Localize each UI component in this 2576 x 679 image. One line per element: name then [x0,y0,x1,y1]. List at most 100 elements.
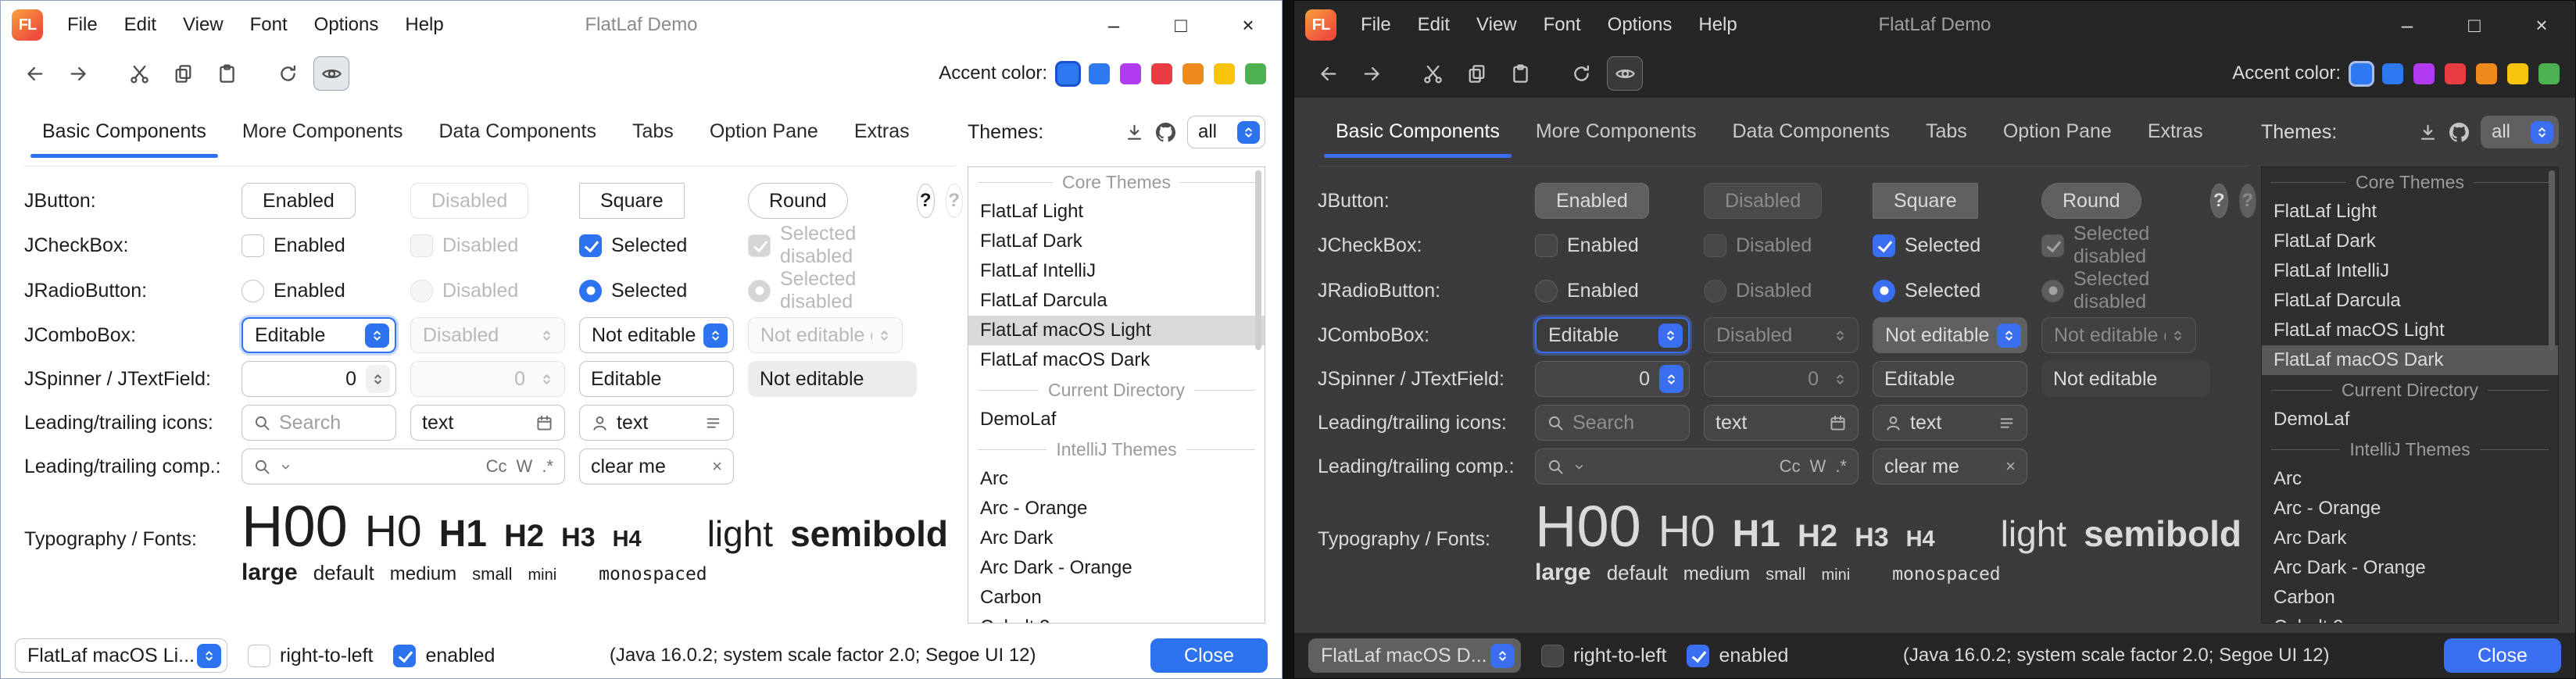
show-toolbar-eye-icon[interactable] [313,56,349,91]
theme-list-item[interactable]: FlatLaf IntelliJ [968,256,1265,286]
theme-list-item[interactable]: Arc [2262,464,2558,494]
combobox-chevron-up-down-icon[interactable] [1658,323,1683,348]
spinner[interactable]: 0 [1535,361,1690,397]
textfield-editable[interactable]: Editable [579,361,734,397]
enabled-checkbox[interactable]: enabled [1687,645,1788,667]
spinner-chevron-up-down-icon[interactable] [1659,365,1683,393]
lookandfeel-combobox[interactable]: FlatLaf macOS D... [1308,638,1521,673]
theme-list-item[interactable]: FlatLaf Light [968,197,1265,227]
list-icon[interactable] [1998,414,2016,432]
checkbox-selected[interactable]: Selected [1873,234,1980,257]
theme-list-item[interactable]: FlatLaf Darcula [2262,286,2558,316]
user-field[interactable]: text [1873,405,2027,441]
menu-font[interactable]: Font [1530,1,1594,49]
jbutton-round[interactable]: Round [2041,183,2141,219]
download-icon[interactable] [1125,123,1144,142]
radio-selected[interactable]: Selected [1873,280,1980,302]
accent-swatch-blue[interactable] [1089,63,1110,84]
jbutton-square[interactable]: Square [1873,183,1978,219]
tab-tabs[interactable]: Tabs [614,98,692,166]
refresh-icon[interactable] [1563,56,1599,91]
accent-swatch-purple[interactable] [1120,63,1141,84]
user-field[interactable]: text [579,405,734,441]
theme-list-item[interactable]: FlatLaf Light [2262,197,2558,227]
accent-swatch-blue[interactable] [2382,63,2403,84]
tab-tabs[interactable]: Tabs [1908,98,1985,166]
menu-options[interactable]: Options [1594,1,1686,49]
radio-selected[interactable]: Selected [579,280,687,302]
tab-data-components[interactable]: Data Components [420,98,614,166]
forward-icon[interactable] [1354,56,1390,91]
spinner-chevron-up-down-icon[interactable] [366,365,390,393]
combobox-not-editable[interactable]: Not editable [1873,317,2027,353]
close-window-icon[interactable]: × [1215,1,1282,49]
clear-me-field[interactable]: clear me× [579,448,734,484]
chevron-down-icon[interactable] [279,460,292,474]
menu-edit[interactable]: Edit [111,1,170,49]
paste-icon[interactable] [209,56,245,91]
show-toolbar-eye-icon[interactable] [1607,56,1643,91]
combobox-chevron-up-down-icon[interactable] [1490,644,1515,668]
themes-filter-combobox[interactable]: all [2481,116,2559,148]
jbutton-square[interactable]: Square [579,183,685,219]
accent-swatch-green[interactable] [1245,63,1266,84]
themes-list[interactable]: Core Themes FlatLaf Light FlatLaf Dark F… [968,166,1265,624]
accent-swatch-purple[interactable] [2413,63,2435,84]
date-field[interactable]: text [410,405,565,441]
copy-icon[interactable] [1458,56,1494,91]
combobox-chevron-up-down-icon[interactable] [1237,121,1260,144]
theme-list-item[interactable]: FlatLaf macOS Light [968,316,1265,345]
tab-basic-components[interactable]: Basic Components [1318,98,1518,166]
search-field[interactable]: Search [1535,405,1690,441]
tab-data-components[interactable]: Data Components [1714,98,1908,166]
combobox-chevron-up-down-icon[interactable] [365,323,389,348]
right-to-left-checkbox[interactable]: right-to-left [1541,645,1666,667]
jbutton-enabled[interactable]: Enabled [242,183,356,219]
theme-list-item[interactable]: DemoLaf [968,405,1265,434]
github-icon[interactable] [1156,123,1175,142]
maximize-icon[interactable]: □ [1147,1,1215,49]
clear-icon[interactable]: × [2005,456,2016,477]
paste-icon[interactable] [1502,56,1538,91]
help-button[interactable]: ? [917,184,935,218]
clear-me-field[interactable]: clear me× [1873,448,2027,484]
spinner[interactable]: 0 [242,361,396,397]
combobox-editable[interactable]: Editable [1535,317,1690,353]
menu-help[interactable]: Help [1685,1,1750,49]
menu-file[interactable]: File [54,1,111,49]
theme-list-item[interactable]: Cobalt 2 [968,613,1265,624]
menu-font[interactable]: Font [237,1,301,49]
regex-toggle[interactable]: .* [1835,456,1847,477]
close-button[interactable]: Close [2444,638,2561,673]
theme-list-item[interactable]: FlatLaf IntelliJ [2262,256,2558,286]
menu-options[interactable]: Options [301,1,392,49]
refresh-icon[interactable] [270,56,306,91]
theme-list-item[interactable]: Arc Dark [2262,524,2558,553]
theme-list-item[interactable]: Arc [968,464,1265,494]
theme-list-item[interactable]: FlatLaf Dark [2262,227,2558,256]
theme-list-item[interactable]: DemoLaf [2262,405,2558,434]
calendar-icon[interactable] [535,414,553,432]
menu-help[interactable]: Help [392,1,456,49]
cut-icon[interactable] [1415,56,1451,91]
accent-swatch-red[interactable] [1151,63,1172,84]
tab-more-components[interactable]: More Components [224,98,421,166]
menu-file[interactable]: File [1347,1,1404,49]
accent-swatch-red[interactable] [2445,63,2466,84]
themes-filter-combobox[interactable]: all [1187,116,1265,148]
accent-swatch-green[interactable] [2538,63,2560,84]
regex-toggle[interactable]: .* [542,456,553,477]
list-icon[interactable] [704,414,722,432]
download-icon[interactable] [2418,123,2438,142]
minimize-icon[interactable]: – [1080,1,1147,49]
theme-list-item[interactable]: FlatLaf macOS Light [2262,316,2558,345]
match-case-toggle[interactable]: Cc [1780,456,1801,477]
combobox-editable[interactable]: Editable [242,317,396,353]
tab-extras[interactable]: Extras [2130,98,2221,166]
themes-list[interactable]: Core Themes FlatLaf Light FlatLaf Dark F… [2261,166,2559,624]
radio-enabled[interactable]: Enabled [1535,280,1639,302]
combobox-chevron-up-down-icon[interactable] [703,323,728,348]
cut-icon[interactable] [121,56,157,91]
whole-word-toggle[interactable]: W [1810,456,1826,477]
github-icon[interactable] [2449,123,2469,142]
